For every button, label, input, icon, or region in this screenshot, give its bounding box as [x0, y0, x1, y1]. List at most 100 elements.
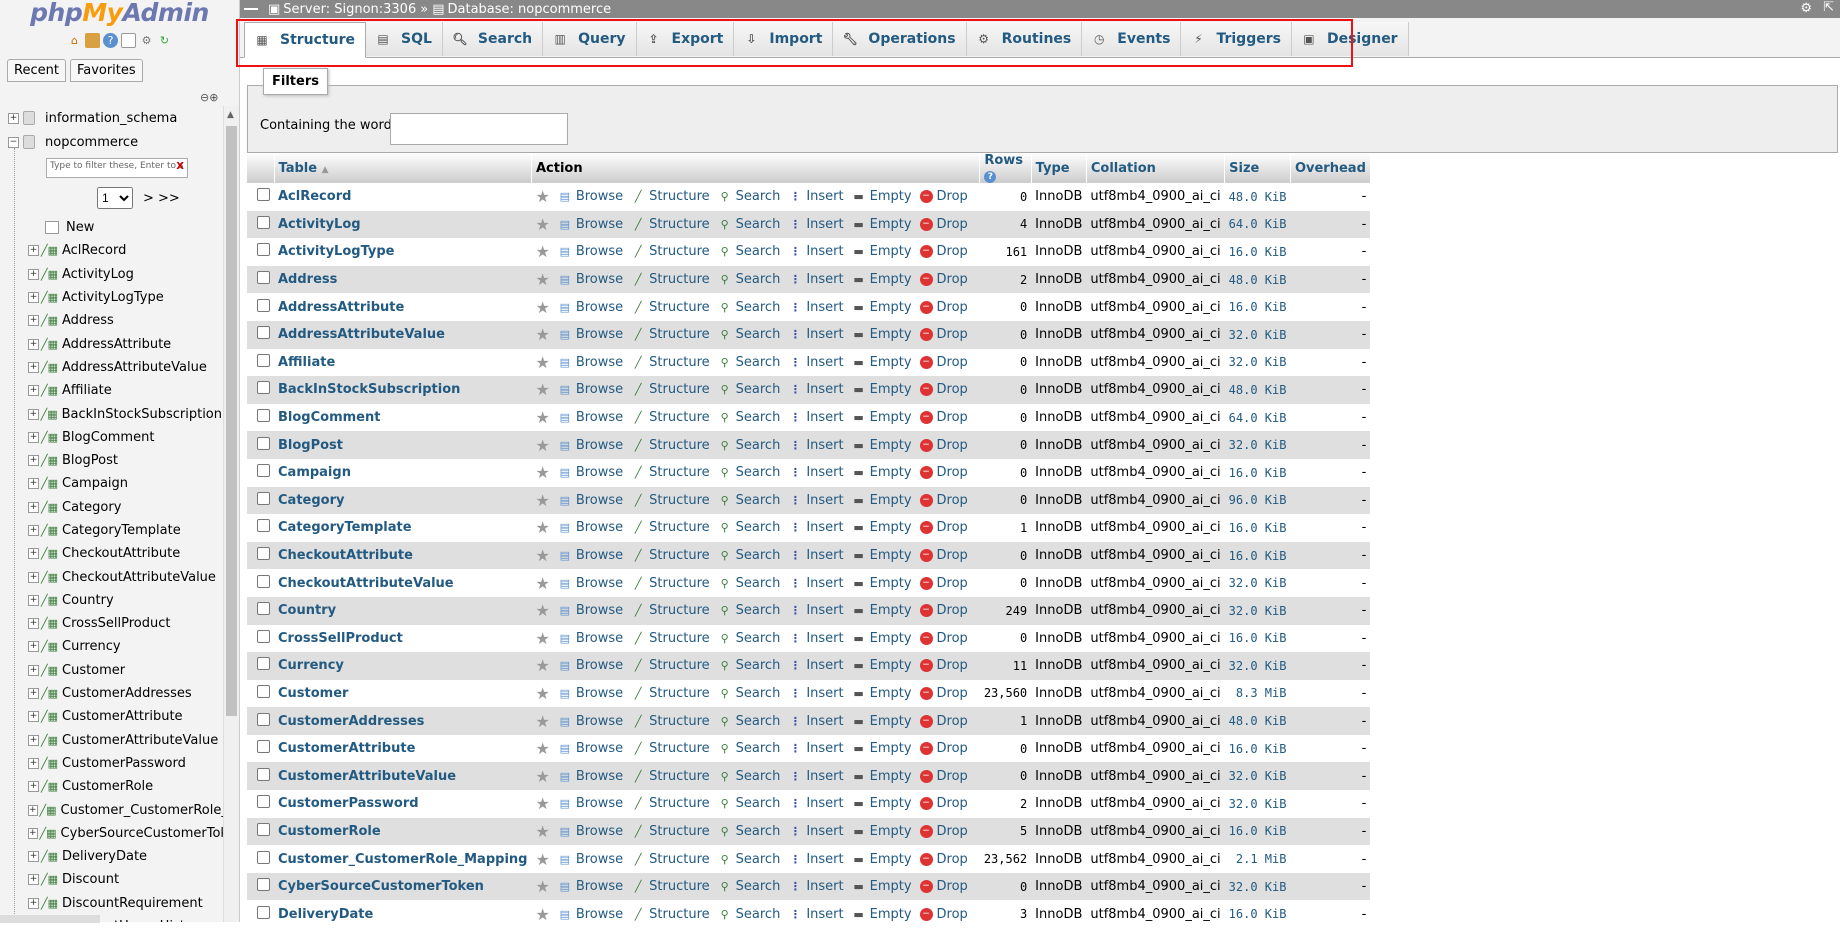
insert-action[interactable]: ⋮ Insert: [788, 438, 844, 453]
table-name-link[interactable]: Customer_CustomerRole_Mapping: [278, 852, 527, 867]
empty-action[interactable]: ▬ Empty: [852, 520, 911, 535]
structure-action[interactable]: ╱ Structure: [631, 244, 710, 259]
row-checkbox[interactable]: [257, 767, 270, 781]
table-name-link[interactable]: CustomerPassword: [278, 796, 419, 811]
drop-action[interactable]: − Drop: [919, 465, 968, 480]
insert-action[interactable]: ⋮ Insert: [788, 355, 844, 370]
favorite-star-icon[interactable]: ★: [535, 905, 549, 924]
expand-icon[interactable]: +: [28, 431, 39, 443]
insert-action[interactable]: ⋮ Insert: [788, 382, 844, 397]
reload-icon[interactable]: ↻: [157, 33, 172, 48]
browse-action[interactable]: ▤ Browse: [558, 520, 624, 535]
drop-action[interactable]: − Drop: [919, 576, 968, 591]
search-action[interactable]: ⚲ Search: [718, 686, 781, 701]
expand-icon[interactable]: +: [28, 385, 39, 397]
search-action[interactable]: ⚲ Search: [718, 272, 781, 287]
row-checkbox[interactable]: [257, 850, 270, 864]
favorite-star-icon[interactable]: ★: [535, 629, 549, 648]
favorite-star-icon[interactable]: ★: [535, 187, 549, 206]
favorite-star-icon[interactable]: ★: [535, 242, 549, 261]
favorite-star-icon[interactable]: ★: [535, 546, 549, 565]
favorite-star-icon[interactable]: ★: [535, 656, 549, 675]
table-name-link[interactable]: Customer: [278, 686, 348, 701]
row-checkbox[interactable]: [257, 602, 270, 616]
browse-action[interactable]: ▤ Browse: [558, 327, 624, 342]
insert-action[interactable]: ⋮ Insert: [788, 769, 844, 784]
size-cell[interactable]: 16.0 KiB: [1224, 458, 1291, 487]
search-action[interactable]: ⚲ Search: [718, 603, 781, 618]
drop-action[interactable]: − Drop: [919, 300, 968, 315]
structure-action[interactable]: ╱ Structure: [631, 327, 710, 342]
next-page-link[interactable]: > >>: [143, 191, 180, 206]
search-action[interactable]: ⚲ Search: [718, 907, 781, 922]
size-cell[interactable]: 32.0 KiB: [1224, 652, 1291, 680]
expand-icon[interactable]: +: [28, 734, 39, 746]
table-name-link[interactable]: AddressAttributeValue: [278, 327, 445, 342]
nav-table-item[interactable]: + ╱▦ CustomerAddresses: [0, 682, 222, 705]
size-header[interactable]: Size: [1224, 153, 1291, 183]
browse-action[interactable]: ▤ Browse: [558, 686, 624, 701]
expand-icon[interactable]: +: [28, 361, 39, 373]
size-cell[interactable]: 32.0 KiB: [1224, 872, 1291, 901]
search-action[interactable]: ⚲ Search: [718, 300, 781, 315]
favorite-star-icon[interactable]: ★: [535, 298, 549, 317]
nav-table-item[interactable]: + ╱▦ CustomerAttribute: [0, 705, 222, 728]
db-item-nopcommerce[interactable]: − nopcommerce: [0, 130, 222, 154]
size-cell[interactable]: 2.1 MiB: [1224, 845, 1291, 873]
nav-table-item[interactable]: + ╱▦ DiscountRequirement: [0, 892, 222, 915]
drop-action[interactable]: − Drop: [919, 852, 968, 867]
tab-query[interactable]: ▥ Query: [543, 22, 637, 56]
row-checkbox[interactable]: [257, 905, 270, 919]
nav-table-item[interactable]: + ╱▦ AddressAttributeValue: [0, 356, 222, 379]
insert-action[interactable]: ⋮ Insert: [788, 879, 844, 894]
size-cell[interactable]: 32.0 KiB: [1224, 569, 1291, 597]
structure-action[interactable]: ╱ Structure: [631, 217, 710, 232]
structure-action[interactable]: ╱ Structure: [631, 769, 710, 784]
structure-action[interactable]: ╱ Structure: [631, 852, 710, 867]
size-cell[interactable]: 32.0 KiB: [1224, 762, 1291, 791]
tab-export[interactable]: ⇪ Export: [636, 22, 735, 56]
structure-action[interactable]: ╱ Structure: [631, 410, 710, 425]
row-checkbox[interactable]: [257, 215, 270, 229]
table-header[interactable]: Table ▲: [274, 153, 532, 183]
empty-action[interactable]: ▬ Empty: [852, 327, 911, 342]
table-name-link[interactable]: BlogPost: [278, 438, 343, 453]
nav-table-item[interactable]: + ╱▦ Currency: [0, 635, 222, 658]
tab-operations[interactable]: 🔧︎ Operations: [833, 22, 967, 56]
row-checkbox[interactable]: [257, 547, 270, 561]
drop-action[interactable]: − Drop: [919, 382, 968, 397]
insert-action[interactable]: ⋮ Insert: [788, 493, 844, 508]
search-action[interactable]: ⚲ Search: [718, 769, 781, 784]
browse-action[interactable]: ▤ Browse: [558, 438, 624, 453]
expand-icon[interactable]: +: [28, 338, 39, 350]
table-name-link[interactable]: AclRecord: [278, 189, 351, 204]
empty-action[interactable]: ▬ Empty: [852, 769, 911, 784]
table-name-link[interactable]: BackInStockSubscription: [278, 382, 460, 397]
drop-action[interactable]: − Drop: [919, 355, 968, 370]
search-action[interactable]: ⚲ Search: [718, 465, 781, 480]
row-checkbox[interactable]: [257, 243, 270, 257]
size-cell[interactable]: 48.0 KiB: [1224, 376, 1291, 404]
structure-action[interactable]: ╱ Structure: [631, 603, 710, 618]
favorite-star-icon[interactable]: ★: [535, 822, 549, 841]
structure-action[interactable]: ╱ Structure: [631, 493, 710, 508]
table-name-link[interactable]: CrossSellProduct: [278, 631, 403, 646]
favorite-star-icon[interactable]: ★: [535, 712, 549, 731]
row-checkbox[interactable]: [257, 878, 270, 892]
expand-icon[interactable]: +: [28, 664, 39, 676]
row-checkbox[interactable]: [257, 436, 270, 450]
row-checkbox[interactable]: [257, 271, 270, 285]
drop-action[interactable]: − Drop: [919, 438, 968, 453]
empty-action[interactable]: ▬ Empty: [852, 879, 911, 894]
structure-action[interactable]: ╱ Structure: [631, 189, 710, 204]
minimize-icon[interactable]: [244, 8, 258, 10]
row-checkbox[interactable]: [257, 409, 270, 423]
insert-action[interactable]: ⋮ Insert: [788, 658, 844, 673]
structure-action[interactable]: ╱ Structure: [631, 741, 710, 756]
drop-action[interactable]: − Drop: [919, 907, 968, 922]
tab-routines[interactable]: ⚙ Routines: [966, 22, 1083, 56]
size-cell[interactable]: 16.0 KiB: [1224, 734, 1291, 763]
insert-action[interactable]: ⋮ Insert: [788, 244, 844, 259]
nav-table-item[interactable]: + ╱▦ CustomerPassword: [0, 752, 222, 775]
tab-search[interactable]: 🔍︎ Search: [442, 22, 544, 56]
